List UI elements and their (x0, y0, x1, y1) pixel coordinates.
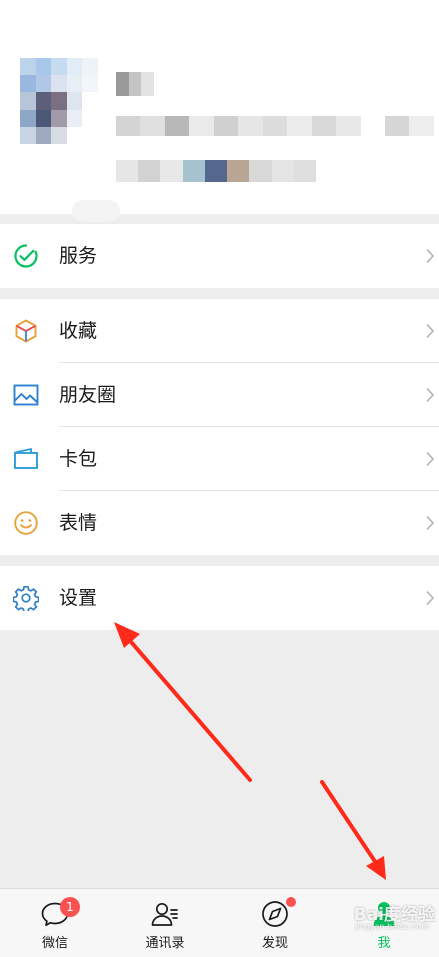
menu-label-settings: 设置 (59, 587, 98, 609)
menu-item-favorites[interactable]: 收藏 (0, 299, 439, 363)
avatar-pixel (51, 92, 67, 110)
avatar-pixel (82, 126, 98, 144)
avatar-pixel (82, 109, 98, 127)
new-dot-indicator (286, 897, 296, 907)
wechat-id-pixel (213, 116, 239, 136)
chevron-right-icon (426, 323, 435, 339)
me-page: 服务 收藏 朋友圈 卡包 表情 设置 1 微信 通讯录 发现 我 Bai度经验 … (0, 0, 439, 957)
group-services: 服务 (0, 224, 439, 288)
profile-header[interactable] (0, 0, 439, 222)
chevron-right-icon (426, 387, 435, 403)
avatar-pixel (66, 126, 83, 144)
tab-contacts[interactable]: 通讯录 (110, 889, 220, 957)
chevron-right-icon (426, 590, 435, 606)
avatar-pixel (51, 58, 67, 76)
menu-item-cards[interactable]: 卡包 (0, 427, 439, 491)
menu-item-settings[interactable]: 设置 (0, 566, 439, 630)
card-wallet-icon (14, 448, 38, 469)
wechat-id-pixel (287, 116, 312, 136)
arrow-to-me-tab (320, 780, 386, 880)
contacts-icon (151, 902, 178, 926)
status-placeholder (72, 200, 120, 222)
wechat-id-pixel (336, 116, 361, 136)
avatar-pixel (20, 126, 36, 144)
avatar-pixel (20, 75, 36, 93)
wechat-id-pixel (311, 116, 337, 136)
status-blurred[interactable] (116, 160, 316, 182)
tab-discover[interactable]: 发现 (220, 889, 330, 957)
tab-label-chats: 微信 (41, 936, 68, 951)
status-pixel (293, 160, 316, 182)
avatar-pixel (66, 109, 83, 127)
avatar-pixel (51, 109, 67, 127)
avatar-pixel (82, 75, 98, 93)
avatar-pixel (20, 92, 36, 110)
avatar[interactable] (20, 58, 98, 144)
status-pixel (204, 160, 228, 182)
wechat-id-blurred (116, 116, 434, 136)
menu-label-services: 服务 (59, 245, 98, 267)
nickname-blurred (116, 72, 154, 96)
status-pixel (227, 160, 250, 182)
menu-label-stickers: 表情 (59, 512, 98, 534)
avatar-pixel (51, 75, 67, 93)
menu-item-moments[interactable]: 朋友圈 (0, 363, 439, 427)
nickname-pixel (128, 72, 142, 96)
chevron-right-icon (426, 515, 435, 531)
smiley-icon (14, 511, 38, 535)
wechat-id-pixel (164, 116, 190, 136)
tab-label-me: 我 (377, 936, 391, 951)
tab-label-discover: 发现 (261, 936, 288, 951)
menu-item-stickers[interactable]: 表情 (0, 491, 439, 555)
wechat-id-pixel (360, 116, 385, 136)
wechat-id-pixel (384, 116, 410, 136)
avatar-pixel (20, 109, 36, 127)
status-pixel (160, 160, 183, 182)
nickname-pixel (141, 72, 154, 96)
wechat-id-pixel (262, 116, 288, 136)
tab-chats[interactable]: 1 微信 (0, 889, 110, 957)
group-settings: 设置 (0, 566, 439, 630)
avatar-pixel (35, 126, 52, 144)
menu-label-favorites: 收藏 (59, 320, 98, 342)
services-icon (14, 244, 38, 268)
nickname-pixel (116, 72, 129, 96)
wechat-id-pixel (116, 116, 141, 136)
menu-label-cards: 卡包 (59, 448, 98, 470)
chevron-right-icon (426, 451, 435, 467)
chevron-right-icon (426, 248, 435, 264)
avatar-pixel (66, 75, 83, 93)
gear-icon (13, 585, 39, 611)
group-content: 收藏 朋友圈 卡包 表情 (0, 299, 439, 555)
favorites-cube-icon (15, 319, 37, 343)
avatar-pixel (66, 92, 83, 110)
avatar-pixel (82, 58, 98, 76)
status-pixel (182, 160, 205, 182)
status-pixel (249, 160, 272, 182)
avatar-pixel (51, 126, 67, 144)
avatar-pixel (66, 58, 83, 76)
arrow-to-settings (114, 622, 252, 782)
status-pixel (116, 160, 139, 182)
moments-picture-icon (13, 384, 39, 406)
menu-label-moments: 朋友圈 (59, 384, 117, 406)
avatar-pixel (20, 58, 36, 76)
menu-item-services[interactable]: 服务 (0, 224, 439, 288)
unread-badge: 1 (60, 897, 80, 917)
tab-label-contacts: 通讯录 (145, 936, 185, 951)
watermark-url: jingyan.baidu.com (355, 922, 429, 931)
avatar-pixel (35, 109, 52, 127)
avatar-pixel (35, 58, 52, 76)
wechat-id-pixel (238, 116, 263, 136)
status-pixel (138, 160, 161, 182)
watermark: Bai度经验 jingyan.baidu.com (354, 900, 435, 931)
status-pixel (271, 160, 294, 182)
wechat-id-pixel (409, 116, 434, 136)
avatar-pixel (82, 92, 98, 110)
wechat-id-pixel (189, 116, 214, 136)
avatar-pixel (35, 92, 52, 110)
avatar-pixel (35, 75, 52, 93)
wechat-id-pixel (140, 116, 165, 136)
